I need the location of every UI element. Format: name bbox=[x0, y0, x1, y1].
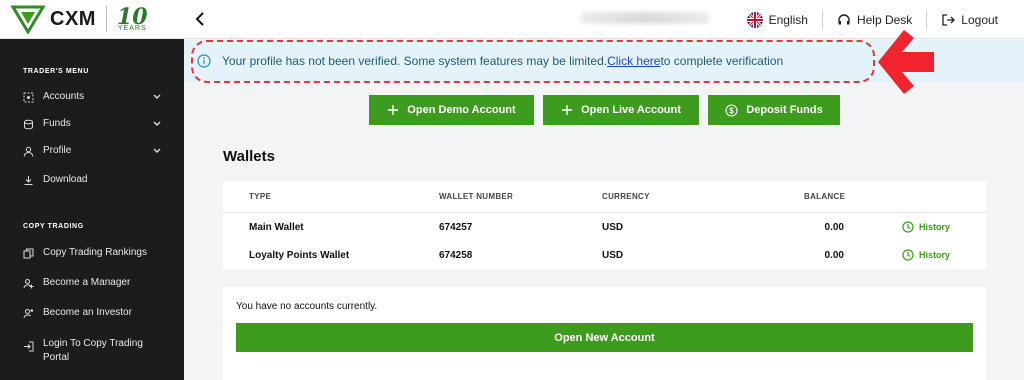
top-bar: CXM 10 YEARS English Help Desk Logout bbox=[0, 0, 1024, 39]
wallet-currency: USD bbox=[602, 250, 624, 261]
column-header-type: TYPE bbox=[249, 192, 272, 201]
chevron-down-icon bbox=[153, 94, 161, 99]
open-live-account-button[interactable]: Open Live Account bbox=[543, 95, 699, 125]
anniversary-text: YEARS bbox=[117, 25, 147, 32]
funds-icon bbox=[24, 119, 33, 129]
logout-icon bbox=[942, 13, 956, 26]
anniversary-badge: 10 YEARS bbox=[117, 6, 148, 32]
sidebar-item-label: Become an Investor bbox=[43, 307, 132, 318]
open-demo-account-button[interactable]: Open Demo Account bbox=[369, 95, 534, 125]
verification-link[interactable]: Click here bbox=[607, 54, 660, 68]
sidebar-item-download[interactable]: Download bbox=[23, 173, 162, 187]
uk-flag-icon bbox=[746, 11, 763, 28]
open-new-account-button[interactable]: Open New Account bbox=[236, 323, 973, 352]
sidebar-item-copy-trading-rankings[interactable]: Copy Trading Rankings bbox=[23, 246, 162, 260]
logout-label: Logout bbox=[961, 12, 998, 27]
deposit-funds-label: Deposit Funds bbox=[746, 104, 823, 116]
chevron-left-icon[interactable] bbox=[192, 10, 210, 28]
svg-text:$: $ bbox=[730, 106, 735, 115]
login-icon bbox=[24, 341, 34, 352]
wallets-table: TYPE WALLET NUMBER CURRENCY BALANCE Main… bbox=[223, 181, 986, 269]
dollar-coin-icon: $ bbox=[725, 103, 738, 117]
column-header-balance: BALANCE bbox=[804, 192, 846, 201]
help-desk-label: Help Desk bbox=[856, 12, 913, 27]
accounts-panel: You have no accounts currently. Open New… bbox=[223, 287, 986, 380]
sidebar-item-label: Funds bbox=[43, 118, 71, 129]
plus-icon bbox=[388, 105, 399, 115]
logout-link[interactable]: Logout bbox=[927, 11, 1012, 29]
table-divider bbox=[223, 212, 986, 213]
headset-icon bbox=[838, 13, 850, 24]
red-arrow-icon bbox=[878, 30, 934, 94]
chevron-down-icon bbox=[153, 121, 161, 126]
sidebar-item-funds[interactable]: Funds bbox=[23, 117, 162, 131]
language-label: English bbox=[768, 12, 808, 27]
sidebar-item-become-manager[interactable]: Become a Manager bbox=[23, 276, 162, 290]
banner-message: Your profile has not been verified. Some… bbox=[222, 54, 783, 68]
brand-logo[interactable]: CXM 10 YEARS bbox=[10, 4, 148, 34]
column-header-wallet-number: WALLET NUMBER bbox=[439, 192, 514, 201]
open-live-account-label: Open Live Account bbox=[581, 104, 681, 116]
wallet-number: 674257 bbox=[439, 222, 473, 233]
clock-icon bbox=[902, 249, 914, 261]
help-desk-link[interactable]: Help Desk bbox=[823, 11, 926, 29]
history-label: History bbox=[919, 250, 951, 260]
sidebar: TRADER'S MENU Accounts Funds Profile Dow… bbox=[0, 39, 184, 380]
header-actions: English Help Desk Logout bbox=[733, 0, 1012, 39]
wallet-type: Loyalty Points Wallet bbox=[249, 250, 350, 261]
brand-name: CXM bbox=[50, 7, 96, 30]
chevron-down-icon bbox=[153, 148, 161, 153]
sidebar-item-become-investor[interactable]: Become an Investor bbox=[23, 306, 162, 320]
sidebar-item-accounts[interactable]: Accounts bbox=[23, 90, 162, 104]
plus-icon bbox=[562, 105, 573, 115]
add-user-icon bbox=[23, 278, 34, 288]
history-link[interactable]: History bbox=[902, 249, 950, 261]
investor-icon bbox=[23, 308, 34, 318]
sidebar-item-profile[interactable]: Profile bbox=[23, 144, 162, 158]
wallet-type: Main Wallet bbox=[249, 222, 304, 233]
clock-icon bbox=[902, 221, 914, 233]
sidebar-item-label: Become a Manager bbox=[43, 277, 131, 288]
user-name-blurred bbox=[580, 12, 710, 24]
wallet-balance: 0.00 bbox=[824, 250, 844, 261]
cxm-logo-icon bbox=[10, 5, 46, 34]
wallet-balance: 0.00 bbox=[824, 222, 844, 233]
sidebar-item-label: Profile bbox=[43, 145, 72, 156]
profile-icon bbox=[23, 146, 34, 157]
sidebar-item-label: Login To Copy Trading Portal bbox=[43, 338, 143, 363]
banner-suffix: to complete verification bbox=[660, 54, 784, 68]
language-selector[interactable]: English bbox=[733, 11, 822, 29]
no-accounts-message: You have no accounts currently. bbox=[236, 301, 378, 312]
traders-menu-heading: TRADER'S MENU bbox=[23, 68, 89, 75]
column-header-currency: CURRENCY bbox=[602, 192, 650, 201]
banner-text: Your profile has not been verified. Some… bbox=[222, 54, 608, 68]
sidebar-item-label: Accounts bbox=[43, 91, 85, 102]
wallets-title: Wallets bbox=[223, 148, 275, 165]
wallet-number: 674258 bbox=[439, 250, 473, 261]
deposit-funds-button[interactable]: $ Deposit Funds bbox=[708, 95, 840, 125]
history-link[interactable]: History bbox=[902, 221, 950, 233]
rankings-icon bbox=[23, 248, 34, 258]
info-icon bbox=[197, 54, 211, 68]
logo-divider bbox=[105, 6, 107, 32]
download-icon bbox=[24, 175, 33, 185]
sidebar-item-copy-trading-portal[interactable]: Login To Copy Trading Portal bbox=[23, 337, 162, 365]
sidebar-item-label: Copy Trading Rankings bbox=[43, 247, 147, 258]
wallet-currency: USD bbox=[602, 222, 624, 233]
sidebar-item-label: Download bbox=[43, 174, 88, 185]
accounts-icon bbox=[23, 92, 34, 102]
open-demo-account-label: Open Demo Account bbox=[407, 104, 516, 116]
copy-trading-heading: COPY TRADING bbox=[23, 223, 84, 230]
history-label: History bbox=[919, 222, 951, 232]
